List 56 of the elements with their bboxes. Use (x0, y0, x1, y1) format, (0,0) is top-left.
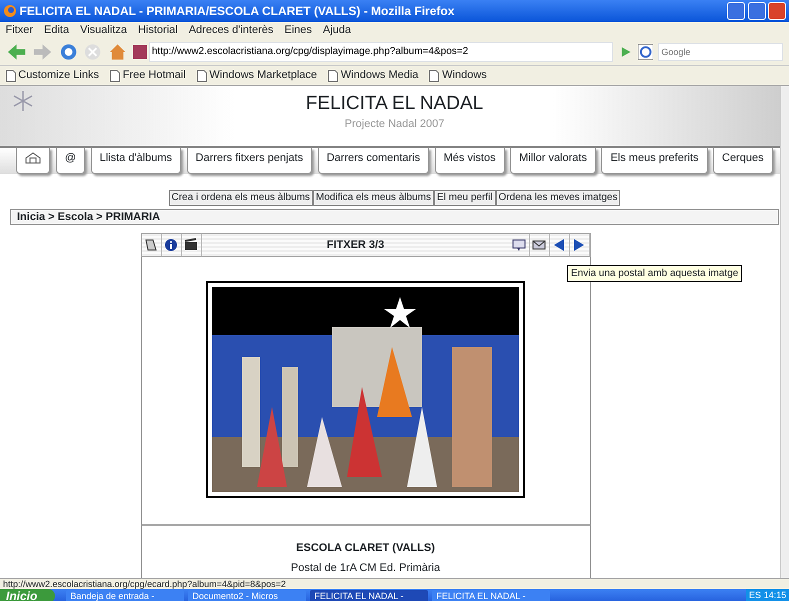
menu-item[interactable]: Edita (44, 22, 70, 38)
clock: 14:15 (764, 589, 786, 601)
address-field[interactable]: http://www2.escolacristiana.org/cpg/displayimage.php?album=4&pos=2 (148, 42, 614, 62)
search-engine-icon[interactable] (638, 44, 653, 60)
taskbar-button[interactable]: Bandeja de entrada - (66, 590, 184, 601)
start-button[interactable]: Inicio (0, 589, 56, 601)
toolbar-title: FITXER 3/3 (326, 238, 386, 253)
user-link[interactable]: Modifica els meus àlbums (312, 190, 434, 206)
taskbar-button[interactable]: Documento2 - Micros (188, 590, 306, 601)
nav-tab[interactable]: Darrers fitxers penjats (186, 148, 312, 174)
user-link[interactable]: El meu perfil (434, 190, 496, 206)
envelope-icon[interactable] (532, 238, 546, 252)
nav-tab[interactable]: Darrers comentaris (318, 148, 430, 174)
bookmark-link[interactable]: Windows (442, 67, 487, 84)
bookmark-link[interactable]: Windows Marketplace (209, 67, 318, 84)
taskbar-button[interactable]: FELICITA EL NADAL - (310, 590, 428, 601)
close-button[interactable] (768, 2, 786, 20)
tooltip: Envia una postal amb aquesta imatge (567, 265, 742, 282)
menu-item[interactable]: Ajuda (322, 22, 352, 38)
nav-tab[interactable]: Més vistos (434, 148, 505, 174)
menu-item[interactable]: Historial (138, 22, 178, 38)
reload-icon[interactable] (58, 42, 78, 62)
menu-item[interactable]: Visualitza (80, 22, 127, 38)
house-icon (25, 152, 42, 164)
user-link[interactable]: Crea i ordena els meus àlbums (168, 190, 313, 206)
status-text: http://www2.escolacristiana.org/cpg/ecard.php?album=4&pid=8&pos=2 (0, 578, 789, 589)
browser-icon (2, 4, 17, 18)
window-title: FELICITA EL NADAL - PRIMARIA/ESCOLA CLARET (VALLS) - Mozilla Firefox (20, 3, 456, 20)
home-tab[interactable] (16, 148, 50, 174)
slideshow-icon[interactable] (184, 238, 198, 252)
nav-tab[interactable]: Millor valorats (510, 148, 596, 174)
nav-tab[interactable]: Els meus preferits (601, 148, 708, 174)
maximize-button[interactable] (748, 2, 766, 20)
site-title: FELICITA EL NADAL (306, 92, 484, 116)
breadcrumb-bar[interactable]: Inicia > Escola > PRIMARIA (10, 208, 779, 225)
info-icon[interactable] (164, 238, 178, 252)
search-field[interactable]: Google (658, 42, 784, 60)
taskbar-button[interactable]: FELICITA EL NADAL - (432, 590, 550, 601)
bookmark-link[interactable]: Free Hotmail (122, 67, 186, 84)
menu-item[interactable]: Adreces d'interès (188, 22, 274, 38)
caption-title: ESCOLA CLARET (VALLS) (296, 540, 435, 556)
user-link[interactable]: Ordena les meves imatges (496, 190, 620, 206)
bookmark-link[interactable]: Windows Media (340, 67, 418, 84)
nav-tab[interactable]: @ (56, 148, 86, 174)
site-subtitle: Projecte Nadal 2007 (344, 117, 444, 132)
nav-tab[interactable]: Llista d'àlbums (90, 148, 182, 174)
nav-tab[interactable]: Cerques (713, 148, 773, 174)
menu-item[interactable]: Eines (284, 22, 312, 38)
bookmark-link[interactable]: Customize Links (18, 67, 99, 84)
menu-item[interactable]: Fitxer (6, 22, 33, 38)
snowflake-icon (12, 90, 34, 112)
next-icon[interactable] (572, 238, 586, 252)
caption-text: Postal de 1rA CM Ed. Primària (290, 561, 440, 576)
previous-icon[interactable] (552, 238, 566, 252)
comment-icon[interactable] (512, 238, 526, 252)
minimize-button[interactable] (726, 2, 745, 20)
